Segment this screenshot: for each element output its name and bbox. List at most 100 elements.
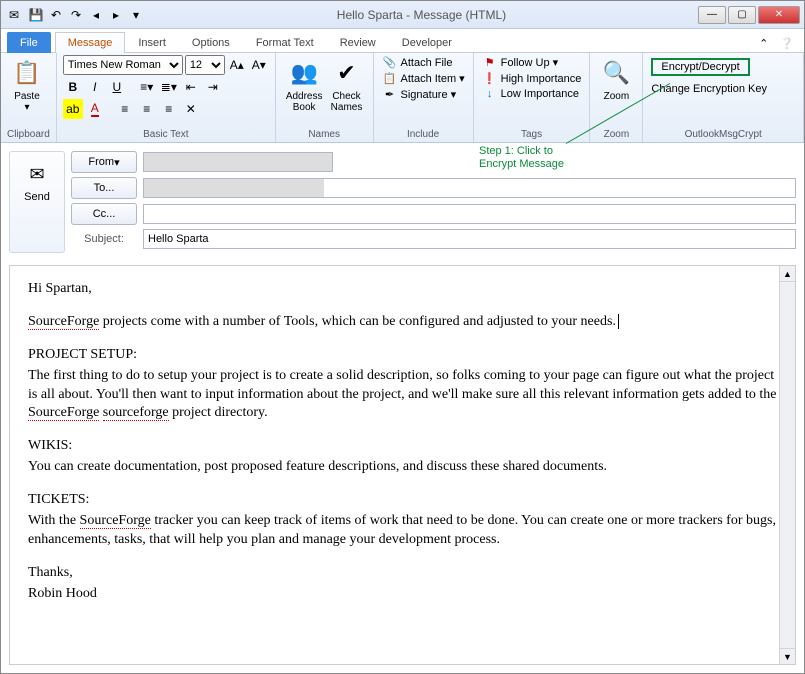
body-tickets: With the SourceForge tracker you can kee… xyxy=(28,512,777,550)
title-bar: ✉ 💾 ↶ ↷ ◂ ▸ ▾ Hello Sparta - Message (HT… xyxy=(1,1,804,29)
body-greeting: Hi Spartan, xyxy=(28,280,777,299)
include-group-label: Include xyxy=(380,127,467,142)
body-tickets-head: TICKETS: xyxy=(28,491,777,510)
message-body-wrap: Hi Spartan, SourceForge projects come wi… xyxy=(9,265,796,665)
scroll-down-icon[interactable]: ▼ xyxy=(780,648,795,664)
next-icon[interactable]: ▸ xyxy=(107,6,125,24)
numbering-button[interactable]: ≣▾ xyxy=(159,77,179,97)
attach-item-label: Attach Item xyxy=(401,73,457,85)
high-importance-button[interactable]: ❗High Importance xyxy=(480,71,584,86)
redo-icon[interactable]: ↷ xyxy=(67,6,85,24)
tab-developer[interactable]: Developer xyxy=(389,32,465,53)
tab-file[interactable]: File xyxy=(7,32,51,53)
minimize-ribbon-icon[interactable]: ⌃ xyxy=(755,35,772,52)
prev-icon[interactable]: ◂ xyxy=(87,6,105,24)
tab-format-text[interactable]: Format Text xyxy=(243,32,327,53)
check-names-label: Check Names xyxy=(331,91,363,113)
body-setup: The first thing to do to setup your proj… xyxy=(28,367,777,424)
tab-options[interactable]: Options xyxy=(179,32,243,53)
window-title: Hello Sparta - Message (HTML) xyxy=(145,8,698,22)
scroll-up-icon[interactable]: ▲ xyxy=(780,266,795,282)
high-importance-icon: ❗ xyxy=(482,72,498,85)
clipboard-group-label: Clipboard xyxy=(7,127,50,142)
app-icon[interactable]: ✉ xyxy=(5,6,23,24)
zoom-label: Zoom xyxy=(604,91,630,102)
minimize-button[interactable]: — xyxy=(698,6,726,24)
tags-group-label: Tags xyxy=(480,127,584,142)
body-p1: SourceForge projects come with a number … xyxy=(28,313,777,332)
qat-dropdown-icon[interactable]: ▾ xyxy=(127,6,145,24)
to-button[interactable]: To... xyxy=(71,177,137,199)
low-importance-icon: ↓ xyxy=(482,88,498,100)
group-crypt: Encrypt/Decrypt Change Encryption Key Ou… xyxy=(643,53,804,142)
tab-review[interactable]: Review xyxy=(327,32,389,53)
send-button[interactable]: ✉ Send xyxy=(9,151,65,253)
zoom-group-label: Zoom xyxy=(596,127,636,142)
low-importance-button[interactable]: ↓Low Importance xyxy=(480,87,584,101)
shrink-font-icon[interactable]: A▾ xyxy=(249,55,269,75)
encrypt-decrypt-button[interactable]: Encrypt/Decrypt xyxy=(649,57,769,77)
vertical-scrollbar[interactable]: ▲ ▼ xyxy=(779,266,795,664)
font-size-select[interactable]: 12 xyxy=(185,55,225,75)
signature-label: Signature xyxy=(401,89,448,101)
attach-file-label: Attach File xyxy=(401,57,453,69)
undo-icon[interactable]: ↶ xyxy=(47,6,65,24)
align-left-button[interactable]: ≡ xyxy=(115,99,135,119)
address-book-button[interactable]: 👥 Address Book xyxy=(282,55,327,115)
encrypt-decrypt-label: Encrypt/Decrypt xyxy=(651,58,749,76)
highlight-button[interactable]: ab xyxy=(63,99,83,119)
send-icon: ✉ xyxy=(29,164,44,185)
text-cursor xyxy=(618,314,619,329)
body-sig: Robin Hood xyxy=(28,585,777,604)
subject-field[interactable] xyxy=(143,229,796,249)
paste-button[interactable]: 📋 Paste▾ xyxy=(7,55,47,115)
group-include: 📎Attach File 📋Attach Item ▾ ✒Signature ▾… xyxy=(374,53,474,142)
grow-font-icon[interactable]: A▴ xyxy=(227,55,247,75)
follow-up-button[interactable]: ⚑Follow Up ▾ xyxy=(480,55,584,70)
close-button[interactable]: ✕ xyxy=(758,6,800,24)
save-icon[interactable]: 💾 xyxy=(27,6,45,24)
underline-button[interactable]: U xyxy=(107,77,127,97)
check-names-button[interactable]: ✔ Check Names xyxy=(327,55,367,115)
body-thanks: Thanks, xyxy=(28,564,777,583)
maximize-button[interactable]: ▢ xyxy=(728,6,756,24)
address-book-icon: 👥 xyxy=(288,57,320,89)
compose-header: ✉ Send From ▾ To... Cc... Subject: xyxy=(1,143,804,261)
paste-icon: 📋 xyxy=(11,57,43,89)
ribbon: 📋 Paste▾ Clipboard Times New Roman 12 A▴… xyxy=(1,53,804,143)
clear-format-button[interactable]: ✕ xyxy=(181,99,201,119)
follow-up-label: Follow Up xyxy=(501,57,550,69)
align-right-button[interactable]: ≡ xyxy=(159,99,179,119)
italic-button[interactable]: I xyxy=(85,77,105,97)
cc-field[interactable] xyxy=(143,204,796,224)
body-wikis-head: WIKIS: xyxy=(28,437,777,456)
group-zoom: 🔍 Zoom Zoom xyxy=(590,53,643,142)
from-field[interactable] xyxy=(143,152,333,172)
from-button[interactable]: From ▾ xyxy=(71,151,137,173)
align-center-button[interactable]: ≡ xyxy=(137,99,157,119)
tab-insert[interactable]: Insert xyxy=(125,32,179,53)
signature-button[interactable]: ✒Signature ▾ xyxy=(380,87,467,102)
help-icon[interactable]: ❔ xyxy=(776,35,798,52)
message-body[interactable]: Hi Spartan, SourceForge projects come wi… xyxy=(10,266,795,664)
check-names-icon: ✔ xyxy=(331,57,363,89)
font-name-select[interactable]: Times New Roman xyxy=(63,55,183,75)
zoom-button[interactable]: 🔍 Zoom xyxy=(596,55,636,104)
indent-button[interactable]: ⇥ xyxy=(203,77,223,97)
change-key-label: Change Encryption Key xyxy=(651,83,767,95)
paperclip-icon: 📎 xyxy=(382,56,398,69)
address-book-label: Address Book xyxy=(286,91,323,113)
annotation-text: Step 1: Click to Encrypt Message xyxy=(479,145,564,171)
zoom-icon: 🔍 xyxy=(600,57,632,89)
bullets-button[interactable]: ≡▾ xyxy=(137,77,157,97)
cc-button[interactable]: Cc... xyxy=(71,203,137,225)
attach-file-button[interactable]: 📎Attach File xyxy=(380,55,467,70)
bold-button[interactable]: B xyxy=(63,77,83,97)
font-color-button[interactable]: A xyxy=(85,99,105,119)
outdent-button[interactable]: ⇤ xyxy=(181,77,201,97)
to-field[interactable] xyxy=(143,178,796,198)
attach-item-button[interactable]: 📋Attach Item ▾ xyxy=(380,71,467,86)
group-clipboard: 📋 Paste▾ Clipboard xyxy=(1,53,57,142)
tab-message[interactable]: Message xyxy=(55,32,126,53)
group-basic-text: Times New Roman 12 A▴ A▾ B I U ≡▾ ≣▾ ⇤ ⇥… xyxy=(57,53,276,142)
